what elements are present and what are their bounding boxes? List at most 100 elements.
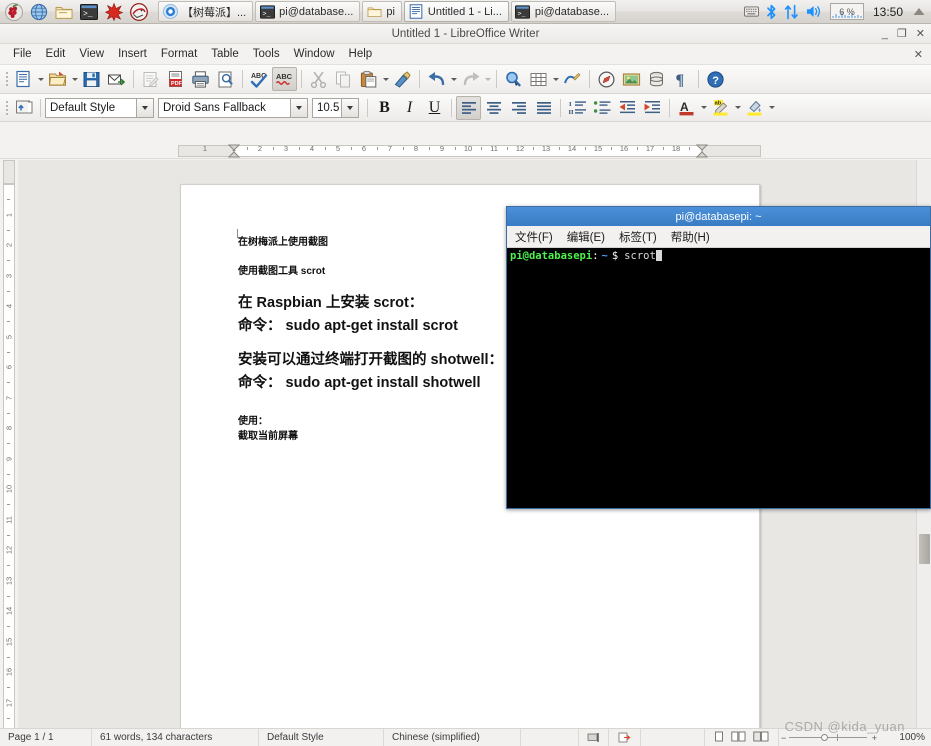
- font-size-value[interactable]: 10.5: [312, 97, 342, 118]
- open-document-button[interactable]: [45, 67, 70, 91]
- decrease-indent-button[interactable]: [615, 96, 640, 120]
- italic-button[interactable]: I: [397, 96, 422, 120]
- unordered-list-button[interactable]: [590, 96, 615, 120]
- ordered-list-button[interactable]: I II: [565, 96, 590, 120]
- mathematica-icon[interactable]: [103, 2, 125, 22]
- terminal-menu-tabs[interactable]: 标签(T): [619, 229, 657, 245]
- terminal-menu-edit[interactable]: 编辑(E): [567, 229, 605, 245]
- font-color-dropdown[interactable]: [699, 96, 708, 120]
- align-right-button[interactable]: [506, 96, 531, 120]
- underline-button[interactable]: U: [422, 96, 447, 120]
- terminal-icon[interactable]: >_: [78, 2, 100, 22]
- export-pdf-button[interactable]: PDF: [163, 67, 188, 91]
- menu-item-edit[interactable]: Edit: [39, 46, 73, 62]
- bold-button[interactable]: B: [372, 96, 397, 120]
- menu-item-table[interactable]: Table: [204, 46, 246, 62]
- cpu-monitor[interactable]: 6 %: [829, 3, 864, 20]
- volume-icon[interactable]: [806, 4, 823, 19]
- insert-table-dropdown[interactable]: [551, 67, 560, 91]
- network-icon[interactable]: [784, 4, 799, 20]
- find-replace-button[interactable]: [501, 67, 526, 91]
- font-name-value[interactable]: Droid Sans Fallback: [158, 97, 291, 118]
- paste-button[interactable]: [356, 67, 381, 91]
- menu-item-file[interactable]: File: [6, 46, 39, 62]
- status-language[interactable]: Chinese (simplified): [384, 728, 521, 746]
- help-button[interactable]: ?: [703, 67, 728, 91]
- task-button-writer[interactable]: Untitled 1 - Li...: [403, 1, 509, 22]
- horizontal-ruler[interactable]: 1234567891011121314151617181: [0, 143, 931, 159]
- vertical-ruler[interactable]: 123456789101112131415161718: [0, 160, 18, 746]
- eject-icon[interactable]: [912, 5, 926, 19]
- undo-dropdown[interactable]: [449, 67, 458, 91]
- align-left-button[interactable]: [456, 95, 481, 120]
- data-sources-button[interactable]: [644, 67, 669, 91]
- print-preview-button[interactable]: [213, 67, 238, 91]
- font-size-combo[interactable]: 10.5: [312, 97, 359, 118]
- edit-mode-button[interactable]: [138, 67, 163, 91]
- insert-line-button[interactable]: [560, 67, 585, 91]
- update-style-button[interactable]: [11, 96, 36, 120]
- task-button-terminal-1[interactable]: >_ pi@database...: [255, 1, 361, 22]
- keyboard-icon[interactable]: [744, 5, 759, 18]
- menu-item-window[interactable]: Window: [287, 46, 342, 62]
- increase-indent-button[interactable]: [640, 96, 665, 120]
- book-view-icon[interactable]: [753, 731, 769, 745]
- file-manager-icon[interactable]: [53, 2, 75, 22]
- print-button[interactable]: [188, 67, 213, 91]
- open-document-dropdown[interactable]: [70, 67, 79, 91]
- status-word-count[interactable]: 61 words, 134 characters: [92, 728, 259, 746]
- raspberry-menu-icon[interactable]: [3, 2, 25, 22]
- clone-formatting-button[interactable]: [390, 67, 415, 91]
- justify-button[interactable]: [531, 96, 556, 120]
- email-document-button[interactable]: [104, 67, 129, 91]
- bluetooth-icon[interactable]: [766, 4, 777, 20]
- minimize-button[interactable]: _: [882, 28, 888, 40]
- clock[interactable]: 13:50: [871, 5, 905, 19]
- web-browser-icon[interactable]: [28, 2, 50, 22]
- task-button-terminal-2[interactable]: >_ pi@database...: [510, 1, 617, 22]
- insert-image-button[interactable]: [619, 67, 644, 91]
- menu-item-help[interactable]: Help: [342, 46, 380, 62]
- terminal-window[interactable]: pi@databasepi: ~ 文件(F) 编辑(E) 标签(T) 帮助(H)…: [506, 206, 931, 509]
- menu-item-tools[interactable]: Tools: [246, 46, 287, 62]
- hyperlink-button[interactable]: [594, 67, 619, 91]
- menu-item-view[interactable]: View: [72, 46, 111, 62]
- paragraph-style-combo[interactable]: Default Style: [45, 97, 154, 118]
- terminal-menu-help[interactable]: 帮助(H): [671, 229, 710, 245]
- redo-dropdown[interactable]: [483, 67, 492, 91]
- font-name-dropdown[interactable]: [291, 97, 308, 118]
- align-center-button[interactable]: [481, 96, 506, 120]
- highlight-color-dropdown[interactable]: [733, 96, 742, 120]
- wolfram-icon[interactable]: [128, 2, 150, 22]
- formatting-marks-button[interactable]: ¶: [669, 67, 694, 91]
- zoom-knob[interactable]: [821, 734, 828, 741]
- zoom-level[interactable]: 100%: [891, 732, 931, 743]
- zoom-slider[interactable]: − +: [779, 729, 891, 746]
- toolbar-grip[interactable]: [4, 69, 9, 89]
- scrollbar-thumb[interactable]: [919, 534, 930, 564]
- terminal-menu-file[interactable]: 文件(F): [515, 229, 553, 245]
- close-button[interactable]: ✕: [916, 28, 925, 40]
- task-button-file-manager[interactable]: pi: [362, 1, 402, 22]
- maximize-button[interactable]: ❐: [897, 28, 907, 40]
- autospellcheck-button[interactable]: ABC: [272, 67, 297, 91]
- cut-button[interactable]: [306, 67, 331, 91]
- paste-dropdown[interactable]: [381, 67, 390, 91]
- terminal-output[interactable]: pi@databasepi: ~ $ scrot: [507, 248, 930, 508]
- paragraph-style-dropdown[interactable]: [137, 97, 154, 118]
- highlight-color-button[interactable]: ab: [708, 96, 733, 120]
- copy-button[interactable]: [331, 67, 356, 91]
- paragraph-style-value[interactable]: Default Style: [45, 97, 137, 118]
- menu-item-insert[interactable]: Insert: [111, 46, 154, 62]
- background-color-dropdown[interactable]: [767, 96, 776, 120]
- save-document-button[interactable]: [79, 67, 104, 91]
- insert-mode-icon[interactable]: [579, 728, 609, 746]
- background-color-button[interactable]: [742, 96, 767, 120]
- insert-table-button[interactable]: [526, 67, 551, 91]
- zoom-in-icon[interactable]: +: [872, 733, 877, 743]
- font-color-button[interactable]: A: [674, 96, 699, 120]
- spelling-button[interactable]: ABC: [247, 67, 272, 91]
- single-page-view-icon[interactable]: [714, 731, 724, 745]
- selection-mode-icon[interactable]: [609, 728, 641, 746]
- redo-button[interactable]: [458, 67, 483, 91]
